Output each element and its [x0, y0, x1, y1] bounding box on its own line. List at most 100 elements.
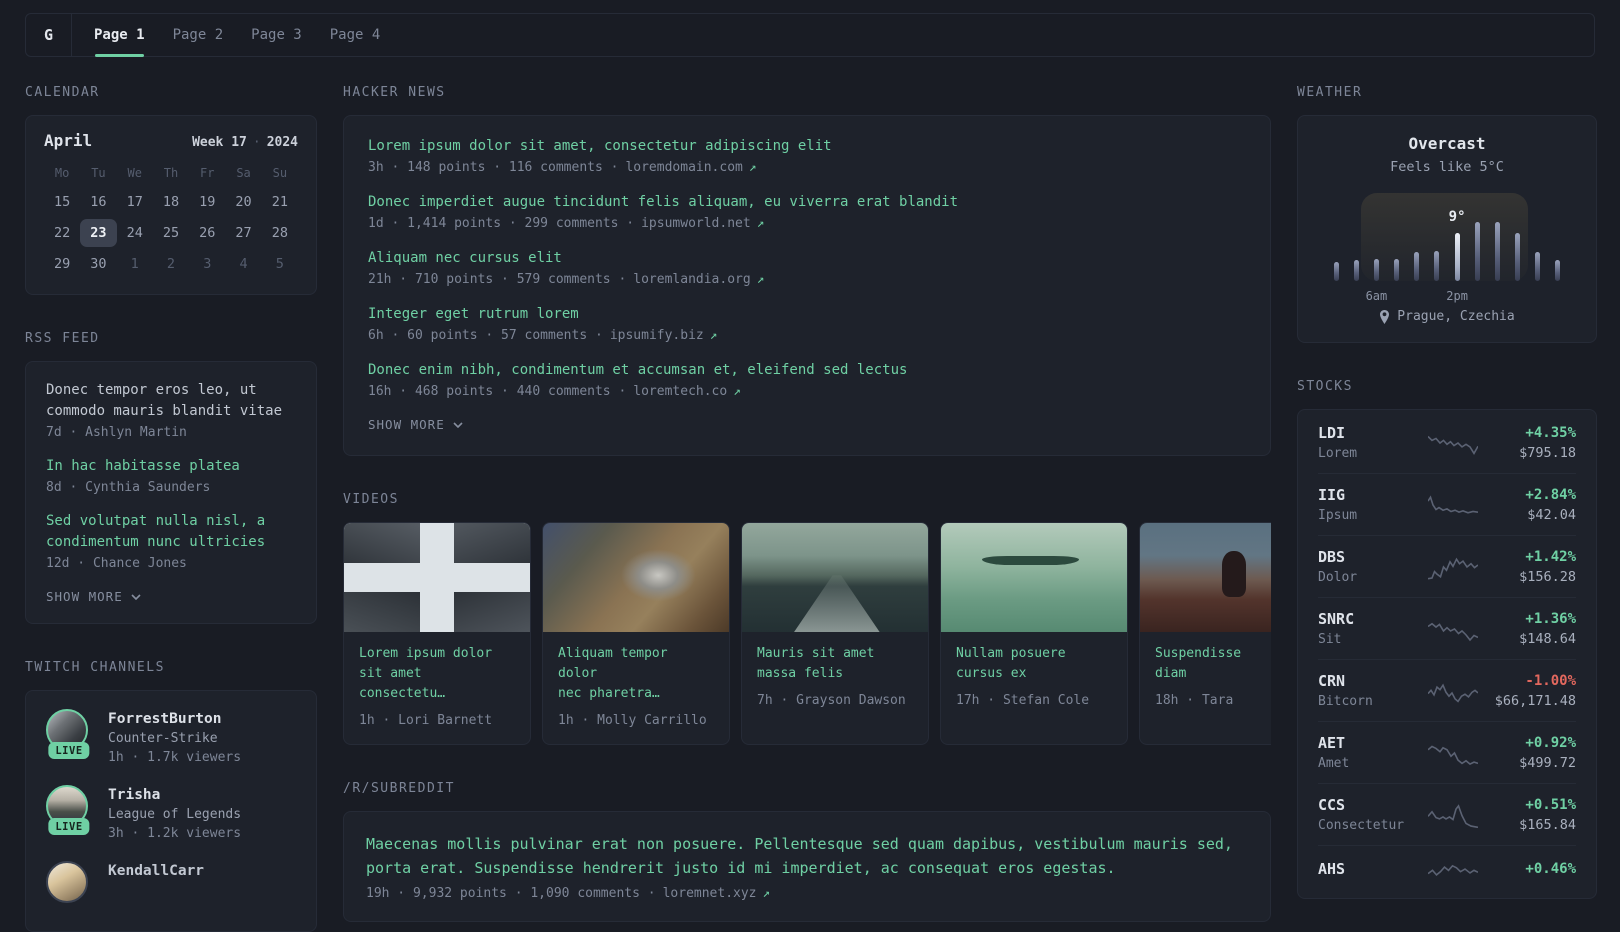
weekday-label: Sa [236, 166, 251, 180]
twitch-channel-row[interactable]: LIVE ForrestBurton Counter-Strike 1h · 1… [46, 709, 296, 765]
tab-page-3[interactable]: Page 3 [251, 14, 302, 56]
stock-change: +0.51% [1525, 796, 1576, 813]
weekday-label: Tu [91, 166, 106, 180]
stocks-card: LDI Lorem +4.35% $795.18 IIG Ipsum +2.84% $4… [1297, 409, 1597, 899]
hn-item-meta: 16h · 468 points · 440 comments · loremte… [368, 383, 1246, 399]
stock-name: Sit [1318, 632, 1342, 647]
hacker-news-widget: HACKER NEWS Lorem ipsum dolor sit amet, … [343, 85, 1271, 456]
stock-values: +0.92% $499.72 [1490, 735, 1576, 771]
stock-sparkline [1428, 492, 1478, 518]
hn-show-more-button[interactable]: SHOW MORE [368, 417, 463, 432]
rss-item-link[interactable]: In hac habitasse platea [46, 456, 296, 477]
external-link-icon: ↗ [709, 327, 718, 342]
twitch-avatar-wrap: LIVE [46, 709, 92, 759]
hn-domain-link[interactable]: loremtech.co [633, 384, 727, 399]
stocks-widget-title: STOCKS [1297, 379, 1353, 394]
calendar-year: 2024 [266, 135, 298, 150]
twitch-channel-row[interactable]: KendallCarr [46, 861, 296, 911]
hn-item-link[interactable]: Aliquam nec cursus elit [368, 250, 1246, 266]
rss-show-more-button[interactable]: SHOW MORE [46, 589, 141, 604]
twitch-channel-name[interactable]: Trisha [108, 787, 241, 803]
current-temp-label: 9° [1448, 209, 1466, 225]
calendar-day: 30 [90, 256, 107, 272]
calendar-week-year: Week 17 · 2024 [192, 135, 298, 150]
rss-item: Sed volutpat nulla nisl, a condimentum n… [46, 511, 296, 571]
weather-location-text: Prague, Czechia [1397, 309, 1515, 324]
weekday-label: Th [163, 166, 179, 180]
middle-column: HACKER NEWS Lorem ipsum dolor sit amet, … [343, 85, 1271, 923]
weather-time-label: 2pm [1446, 289, 1468, 303]
stock-row: CCS Consectetur +0.51% $165.84 [1318, 783, 1576, 845]
stock-symbol: AHS [1318, 860, 1346, 878]
video-info: Aliquam tempor dolor nec pharetra… 1h · M… [543, 632, 729, 744]
rss-item-meta: 12d · Chance Jones [46, 556, 187, 571]
calendar-day-next-month: 1 [130, 256, 139, 272]
video-card[interactable]: Suspendisse diam 18h · Tara [1139, 522, 1271, 746]
calendar-widget: CALENDAR April Week 17 · 2024 Mo Tu We Th … [25, 85, 317, 295]
weather-bar [1454, 233, 1460, 281]
video-title: Suspendisse diam [1155, 646, 1242, 682]
calendar-day: 20 [235, 194, 252, 210]
hn-item-link[interactable]: Donec imperdiet augue tincidunt felis al… [368, 194, 1246, 210]
stock-sparkline [1428, 740, 1478, 766]
weather-bar [1414, 252, 1420, 281]
video-meta: 18h · Tara [1155, 693, 1234, 709]
stock-name: Dolor [1318, 570, 1358, 585]
weather-hourly-chart: 6am 9° 2pm [1326, 193, 1568, 303]
twitch-channel-name[interactable]: KendallCarr [108, 863, 204, 879]
hn-domain-link[interactable]: ipsumify.biz [610, 328, 704, 343]
stock-name: Lorem [1318, 446, 1358, 461]
hn-item: Donec imperdiet augue tincidunt felis al… [368, 194, 1246, 231]
hn-item-link[interactable]: Lorem ipsum dolor sit amet, consectetur … [368, 138, 1246, 154]
weather-bar [1373, 259, 1379, 281]
twitch-channel-name[interactable]: ForrestBurton [108, 711, 241, 727]
stock-price: $499.72 [1519, 754, 1576, 771]
hn-item-link[interactable]: Integer eget rutrum lorem [368, 306, 1246, 322]
rss-item-link[interactable]: Sed volutpat nulla nisl, a condimentum n… [46, 511, 296, 553]
hn-domain-link[interactable]: loremlandia.org [633, 272, 750, 287]
avatar [46, 861, 88, 903]
twitch-channel-meta: 3h · 1.2k viewers [108, 826, 242, 841]
hn-domain-link[interactable]: loremdomain.com [625, 160, 742, 175]
weather-bar [1494, 222, 1500, 281]
weather-bar-column [1346, 193, 1366, 281]
app-logo[interactable]: G [26, 14, 72, 56]
video-card[interactable]: Aliquam tempor dolor nec pharetra… 1h · M… [542, 522, 730, 746]
subreddit-domain-link[interactable]: loremnet.xyz [663, 886, 757, 901]
stock-price: $156.28 [1519, 568, 1576, 585]
calendar-day: 24 [126, 225, 143, 241]
video-card[interactable]: Mauris sit amet massa felis 7h · Grayson … [741, 522, 929, 746]
show-more-label: SHOW MORE [368, 417, 445, 432]
twitch-channel-info: Trisha League of Legends 3h · 1.2k viewe… [108, 785, 241, 841]
subreddit-card: Maecenas mollis pulvinar erat non posuer… [343, 811, 1271, 923]
tab-page-2[interactable]: Page 2 [173, 14, 224, 56]
calendar-days-grid: 15 16 17 18 19 20 21 22 23 24 25 26 27 2… [44, 188, 298, 278]
external-link-icon: ↗ [762, 885, 771, 901]
subreddit-widget-title: /R/SUBREDDIT [343, 781, 455, 797]
video-thumbnail [941, 523, 1127, 632]
hn-domain-link[interactable]: ipsumworld.net [641, 216, 751, 231]
subreddit-post-link[interactable]: Maecenas mollis pulvinar erat non posuer… [366, 832, 1248, 880]
twitch-channel-meta: 1h · 1.7k viewers [108, 750, 242, 765]
tab-page-1[interactable]: Page 1 [94, 14, 145, 57]
rss-item-link[interactable]: Donec tempor eros leo, ut commodo mauris… [46, 380, 296, 422]
twitch-card: LIVE ForrestBurton Counter-Strike 1h · 1… [25, 690, 317, 932]
rss-item-meta: 7d · Ashlyn Martin [46, 425, 187, 440]
rss-widget: RSS FEED Donec tempor eros leo, ut commo… [25, 331, 317, 624]
weather-bar [1333, 262, 1339, 281]
left-column: CALENDAR April Week 17 · 2024 Mo Tu We Th … [25, 85, 317, 932]
video-title: Nullam posuere cursus ex [956, 646, 1066, 682]
video-card[interactable]: Lorem ipsum dolor sit amet consectetu… 1h… [343, 522, 531, 746]
hn-item-link[interactable]: Donec enim nibh, condimentum et accumsan… [368, 362, 1246, 378]
tab-page-4[interactable]: Page 4 [330, 14, 381, 56]
weather-widget: WEATHER Overcast Feels like 5°C 6am 9° 2p… [1297, 85, 1597, 343]
chevron-down-icon [131, 593, 141, 600]
video-meta: 17h · Stefan Cole [956, 693, 1090, 709]
twitch-channel-row[interactable]: LIVE Trisha League of Legends 3h · 1.2k … [46, 785, 296, 841]
twitch-channel-game: Counter-Strike [108, 731, 218, 746]
weekday-label: Fr [200, 166, 215, 180]
twitch-channel-info: KendallCarr [108, 861, 204, 879]
stock-name: Consectetur [1318, 818, 1405, 833]
video-card[interactable]: Nullam posuere cursus ex 17h · Stefan Col… [940, 522, 1128, 746]
stock-identity: SNRC Sit [1318, 610, 1416, 647]
